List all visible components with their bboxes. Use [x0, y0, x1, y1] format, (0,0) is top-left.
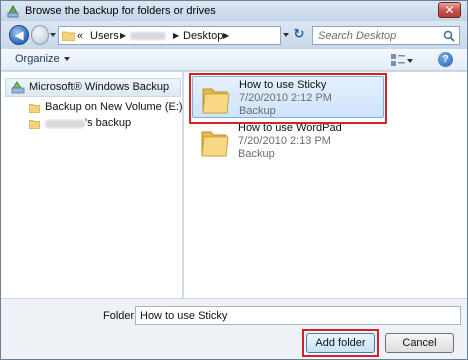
button-highlight-annotation — [302, 329, 379, 357]
nav-root-label: Microsoft® Windows Backup — [29, 81, 170, 93]
breadcrumb-users[interactable]: Users — [90, 30, 119, 42]
breadcrumb-separator-icon[interactable]: ▶ — [223, 31, 229, 40]
breadcrumb-desktop[interactable]: Desktop — [183, 30, 223, 42]
address-bar[interactable]: « Users ▶ ▶ Desktop ▶ — [58, 26, 281, 45]
forward-button[interactable] — [31, 25, 49, 45]
command-bar: Organize ? — [1, 49, 467, 71]
windows-backup-icon — [11, 81, 25, 94]
organize-label: Organize — [15, 53, 60, 65]
views-icon[interactable] — [391, 54, 405, 66]
redacted-user-name — [45, 120, 85, 128]
folder-icon — [29, 120, 40, 129]
recent-pages-dropdown-icon[interactable] — [50, 33, 56, 37]
breadcrumb-separator-icon[interactable]: ▶ — [120, 31, 126, 40]
navigation-pane: Microsoft® Windows Backup Backup on New … — [1, 72, 183, 298]
back-button[interactable]: ◀ — [9, 25, 29, 45]
file-date: 7/20/2010 2:13 PM — [238, 135, 331, 147]
file-type: Backup — [238, 148, 275, 160]
folder-icon — [201, 131, 229, 157]
close-button[interactable]: ✕ — [438, 2, 461, 18]
search-placeholder: Search Desktop — [318, 30, 397, 42]
organize-button[interactable]: Organize — [15, 53, 70, 65]
folder-label: Folder: — [103, 310, 138, 322]
list-item[interactable]: How to use WordPad 7/20/2010 2:13 PM Bac… — [192, 120, 384, 162]
selection-highlight-annotation — [189, 73, 387, 124]
search-input[interactable]: Search Desktop — [312, 26, 460, 45]
redacted-user-name — [130, 32, 166, 40]
title-bar: Browse the backup for folders or drives … — [1, 1, 467, 21]
refresh-button[interactable]: ↻ — [291, 27, 307, 43]
breadcrumb-overflow[interactable]: « — [77, 30, 83, 42]
help-button[interactable]: ? — [438, 52, 453, 67]
folder-icon — [29, 104, 40, 113]
navigation-bar: ◀ « Users ▶ ▶ Desktop ▶ ↻ Search Desktop — [1, 21, 467, 49]
nav-item-user-backup[interactable]: 's backup — [85, 117, 131, 129]
nav-item-windows-backup[interactable]: Microsoft® Windows Backup — [5, 78, 181, 97]
breadcrumb-separator-icon[interactable]: ▶ — [173, 31, 179, 40]
browse-backup-dialog: Browse the backup for folders or drives … — [0, 0, 468, 360]
address-dropdown-icon[interactable] — [283, 33, 289, 37]
dialog-footer: Folder: Add folder Cancel — [1, 298, 467, 359]
folder-icon — [62, 31, 75, 41]
chevron-down-icon — [63, 57, 70, 62]
backup-icon — [7, 4, 19, 18]
search-icon[interactable] — [443, 30, 455, 42]
nav-item-backup-new-volume[interactable]: Backup on New Volume (E:) — [45, 101, 183, 113]
window-title: Browse the backup for folders or drives — [25, 5, 216, 17]
cancel-button[interactable]: Cancel — [385, 333, 454, 353]
folder-field[interactable] — [135, 306, 461, 325]
views-dropdown-icon[interactable] — [407, 59, 413, 63]
